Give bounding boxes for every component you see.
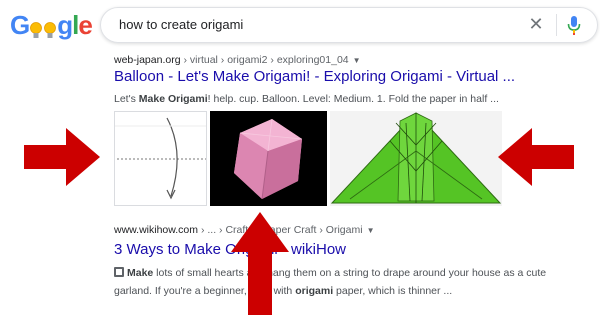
result-1-path: › virtual › origami2 › exploring01_04 (180, 54, 349, 66)
arrow-up-icon (231, 212, 289, 315)
arrow-left-icon (498, 128, 574, 186)
result-1-title[interactable]: Balloon - Let's Make Origami! - Explorin… (114, 68, 515, 85)
result-2-snippet-line-1: Make lots of small hearts and hang them … (114, 265, 546, 281)
logo-letter-g2: g (57, 10, 73, 40)
snippet-bold: Make (127, 267, 154, 279)
logo-letter-g: G (10, 10, 30, 40)
result-2-site: www.wikihow.com (114, 224, 199, 236)
snippet-bold: Make Origami (138, 93, 208, 105)
snippet-text: Let's (114, 93, 139, 105)
chevron-down-icon[interactable]: ▼ (367, 226, 375, 235)
snippet-text: lots of small hearts and hang them on a … (153, 267, 547, 279)
result-1-cite[interactable]: web-japan.org › virtual › origami2 › exp… (114, 54, 361, 66)
result-1-site: web-japan.org (114, 54, 181, 66)
lightbulb-icon (30, 17, 43, 39)
snippet-bold: origami (295, 285, 334, 297)
search-box[interactable]: how to create origami ✕ (100, 7, 598, 43)
google-logo[interactable]: Ggle (10, 10, 93, 40)
logo-letter-e: e (78, 10, 93, 40)
image-thumbnail-fold-diagram[interactable] (114, 111, 207, 206)
close-icon[interactable]: ✕ (526, 14, 546, 34)
image-result-icon (114, 267, 124, 277)
chevron-down-icon[interactable]: ▼ (353, 56, 361, 65)
arrow-right-icon (24, 128, 100, 186)
snippet-text: paper, which is thinner ... (333, 285, 453, 297)
search-divider (556, 14, 557, 36)
image-thumbnail-paper-balloon[interactable] (210, 111, 327, 206)
search-input[interactable]: how to create origami (119, 17, 243, 32)
snippet-text: ! help. cup. Balloon. Level: Medium. 1. … (207, 93, 499, 105)
result-1-snippet: Let's Make Origami! help. cup. Balloon. … (114, 91, 499, 107)
image-thumbnail-green-origami[interactable] (330, 111, 502, 206)
lightbulb-icon (44, 17, 57, 39)
microphone-icon[interactable] (567, 16, 581, 36)
result-2-title[interactable]: 3 Ways to Make Origami - wikiHow (114, 241, 346, 258)
